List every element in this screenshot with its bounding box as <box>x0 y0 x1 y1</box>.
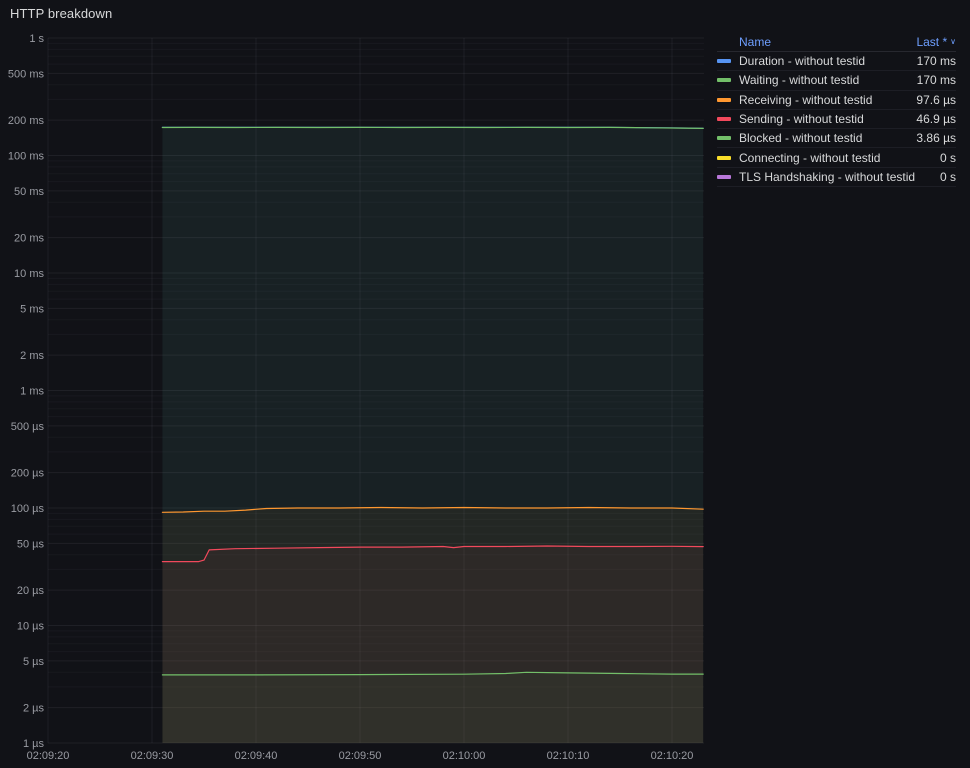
svg-text:100 ms: 100 ms <box>8 151 45 163</box>
series-color-swatch-icon <box>717 59 731 64</box>
svg-text:100 µs: 100 µs <box>11 503 45 515</box>
legend-series-label[interactable]: Connecting - without testid <box>739 151 880 165</box>
series-color-swatch-icon <box>717 174 731 179</box>
legend-row[interactable]: Receiving - without testid 97.6 µs <box>717 91 956 110</box>
svg-text:200 ms: 200 ms <box>8 115 45 127</box>
legend: Name Last * ∨ Duration - without testid 1… <box>714 32 970 188</box>
svg-text:5 ms: 5 ms <box>20 303 44 315</box>
svg-text:2 µs: 2 µs <box>23 703 45 715</box>
svg-text:20 ms: 20 ms <box>14 233 44 245</box>
legend-series-value: 0 s <box>939 150 956 165</box>
legend-last-header[interactable]: Last * ∨ <box>916 35 956 49</box>
legend-series-label[interactable]: Sending - without testid <box>739 112 864 126</box>
legend-series-value: 97.6 µs <box>916 92 956 107</box>
svg-text:10 µs: 10 µs <box>17 621 45 633</box>
svg-text:2 ms: 2 ms <box>20 350 44 362</box>
legend-series-label[interactable]: Waiting - without testid <box>739 73 859 87</box>
series-color-swatch-icon <box>717 117 731 122</box>
legend-series-label[interactable]: Receiving - without testid <box>739 93 872 107</box>
svg-text:5 µs: 5 µs <box>23 656 45 668</box>
legend-series-label[interactable]: TLS Handshaking - without testid <box>739 170 915 184</box>
series-color-swatch-icon <box>717 97 731 102</box>
svg-text:02:10:10: 02:10:10 <box>547 750 590 762</box>
svg-text:1 µs: 1 µs <box>23 738 45 750</box>
svg-text:50 µs: 50 µs <box>17 538 45 550</box>
legend-series-value: 170 ms <box>916 54 956 69</box>
legend-last-header-label: Last * <box>916 34 948 49</box>
legend-row[interactable]: Waiting - without testid 170 ms <box>717 71 956 91</box>
legend-rows: Duration - without testid 170 ms Waiting -… <box>717 52 956 188</box>
legend-series-value: 3.86 µs <box>916 131 956 146</box>
svg-text:200 µs: 200 µs <box>11 468 45 480</box>
svg-text:20 µs: 20 µs <box>17 585 45 597</box>
legend-row[interactable]: Connecting - without testid 0 s <box>717 148 956 168</box>
svg-text:500 ms: 500 ms <box>8 68 45 80</box>
svg-text:02:10:20: 02:10:20 <box>651 750 694 762</box>
svg-text:1 ms: 1 ms <box>20 386 44 398</box>
svg-text:1 s: 1 s <box>29 33 44 45</box>
svg-text:02:10:00: 02:10:00 <box>443 750 486 762</box>
sort-desc-icon: ∨ <box>950 36 956 46</box>
svg-text:50 ms: 50 ms <box>14 186 44 198</box>
legend-header: Name Last * ∨ <box>717 32 956 52</box>
legend-row[interactable]: Sending - without testid 46.9 µs <box>717 110 956 130</box>
svg-text:500 µs: 500 µs <box>11 421 45 433</box>
http-breakdown-panel: HTTP breakdown 1 s 500 ms 200 ms 100 ms 50 m… <box>0 0 970 768</box>
legend-series-value: 0 s <box>939 169 956 184</box>
series-color-swatch-icon <box>717 78 731 83</box>
series-color-swatch-icon <box>717 155 731 160</box>
svg-text:02:09:30: 02:09:30 <box>131 750 174 762</box>
legend-series-label[interactable]: Blocked - without testid <box>739 131 862 145</box>
legend-name-header[interactable]: Name <box>739 35 771 49</box>
svg-text:02:09:40: 02:09:40 <box>235 750 278 762</box>
svg-text:02:09:20: 02:09:20 <box>27 750 70 762</box>
svg-text:02:09:50: 02:09:50 <box>339 750 382 762</box>
legend-series-value: 170 ms <box>916 73 956 88</box>
legend-series-label[interactable]: Duration - without testid <box>739 54 865 68</box>
legend-row[interactable]: Duration - without testid 170 ms <box>717 52 956 72</box>
legend-row[interactable]: TLS Handshaking - without testid 0 s <box>717 168 956 188</box>
legend-row[interactable]: Blocked - without testid 3.86 µs <box>717 129 956 149</box>
series-color-swatch-icon <box>717 136 731 141</box>
svg-text:10 ms: 10 ms <box>14 268 44 280</box>
legend-series-value: 46.9 µs <box>916 112 956 127</box>
